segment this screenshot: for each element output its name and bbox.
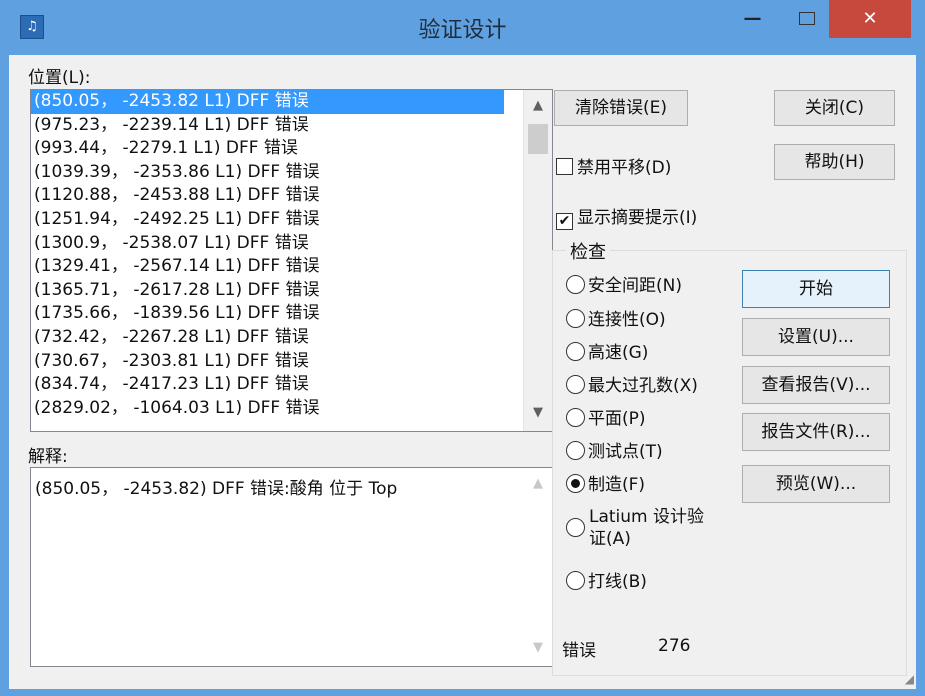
list-item[interactable]: (732.42， -2267.28 L1) DFF 错误 (31, 326, 552, 350)
clear-errors-button[interactable]: 清除错误(E) (554, 90, 688, 126)
disable-pan-checkbox[interactable]: 禁用平移(D) (556, 153, 671, 178)
errors-label: 错误 (562, 641, 596, 661)
disable-pan-label: 禁用平移(D) (577, 158, 672, 178)
list-item[interactable]: (975.23， -2239.14 L1) DFF 错误 (31, 114, 552, 138)
dialog-client-area: 位置(L): (850.05， -2453.82 L1) DFF 错误 (975… (9, 55, 916, 689)
show-summary-checkbox[interactable]: ✔ 显示摘要提示(I) (556, 203, 697, 230)
radio-label: 平面(P) (588, 409, 646, 429)
resize-grip-icon[interactable]: ◢ (898, 671, 914, 687)
radio-label: 连接性(O) (588, 310, 666, 330)
start-button[interactable]: 开始 (742, 270, 890, 308)
preview-button[interactable]: 预览(W)... (742, 465, 890, 503)
radio-icon[interactable] (566, 441, 585, 460)
radio-label: 打线(B) (588, 572, 647, 592)
radio-icon[interactable] (566, 342, 585, 361)
close-button[interactable]: 关闭(C) (774, 90, 895, 126)
list-item[interactable]: (993.44， -2279.1 L1) DFF 错误 (31, 137, 552, 161)
maximize-button[interactable] (784, 0, 829, 38)
list-item[interactable]: (1120.88， -2453.88 L1) DFF 错误 (31, 184, 552, 208)
radio-fabrication[interactable]: 制造(F) (566, 470, 645, 495)
check-group-title: 检查 (566, 238, 610, 264)
list-item[interactable]: (1365.71， -2617.28 L1) DFF 错误 (31, 279, 552, 303)
list-item[interactable]: (850.05， -2453.82 L1) DFF 错误 (31, 90, 504, 114)
close-window-button[interactable]: ✕ (829, 0, 911, 38)
explain-scrollbar[interactable]: ▲ ▼ (524, 468, 552, 666)
radio-test-point[interactable]: 测试点(T) (566, 437, 663, 462)
minimize-button[interactable]: — (730, 0, 775, 38)
list-scrollbar[interactable]: ▲ ▼ (523, 90, 552, 431)
settings-button[interactable]: 设置(U)... (742, 318, 890, 356)
errors-count: 276 (658, 636, 691, 656)
show-summary-label: 显示摘要提示(I) (577, 208, 698, 228)
radio-connectivity[interactable]: 连接性(O) (566, 305, 666, 330)
radio-max-vias[interactable]: 最大过孔数(X) (566, 371, 698, 396)
radio-wire-bond[interactable]: 打线(B) (566, 567, 647, 592)
radio-icon[interactable] (566, 375, 585, 394)
scroll-down-icon[interactable]: ▼ (524, 401, 552, 425)
list-item[interactable]: (1329.41， -2567.14 L1) DFF 错误 (31, 255, 552, 279)
radio-icon[interactable] (566, 571, 585, 590)
scroll-up-icon[interactable]: ▲ (524, 94, 552, 118)
radio-clearance[interactable]: 安全间距(N) (566, 271, 682, 296)
radio-label: Latium 设计验 (589, 507, 705, 527)
explain-textbox[interactable]: (850.05， -2453.82) DFF 错误:酸角 位于 Top ▲ ▼ (30, 467, 553, 667)
radio-latium[interactable]: Latium 设计验 证(A) (566, 506, 704, 550)
radio-icon[interactable] (566, 408, 585, 427)
maximize-icon (798, 12, 815, 25)
list-item[interactable]: (2829.02， -1064.03 L1) DFF 错误 (31, 397, 552, 421)
list-item[interactable]: (1300.9， -2538.07 L1) DFF 错误 (31, 232, 552, 256)
explain-text: (850.05， -2453.82) DFF 错误:酸角 位于 Top (35, 479, 398, 499)
radio-label: 制造(F) (588, 475, 646, 495)
view-report-button[interactable]: 查看报告(V)... (742, 366, 890, 404)
radio-selected-icon[interactable] (566, 474, 585, 493)
location-listbox[interactable]: (850.05， -2453.82 L1) DFF 错误 (975.23， -2… (30, 89, 553, 432)
scroll-down-icon[interactable]: ▼ (524, 636, 552, 660)
explain-label: 解释: (28, 447, 68, 467)
scroll-up-icon[interactable]: ▲ (524, 472, 552, 496)
location-label: 位置(L): (28, 68, 91, 88)
help-button[interactable]: 帮助(H) (774, 144, 895, 180)
radio-plane[interactable]: 平面(P) (566, 404, 646, 429)
list-item[interactable]: (730.67， -2303.81 L1) DFF 错误 (31, 350, 552, 374)
checkmark-icon[interactable]: ✔ (556, 213, 573, 230)
list-item[interactable]: (1251.94， -2492.25 L1) DFF 错误 (31, 208, 552, 232)
radio-label: 高速(G) (588, 343, 649, 363)
report-file-button[interactable]: 报告文件(R)... (742, 413, 890, 451)
scroll-thumb[interactable] (528, 124, 548, 154)
radio-high-speed[interactable]: 高速(G) (566, 338, 648, 363)
radio-label: 最大过孔数(X) (588, 376, 698, 396)
radio-icon[interactable] (566, 309, 585, 328)
verify-design-window: ♫ 验证设计 — ✕ 位置(L): (850.05， -2453.82 L1) … (0, 0, 925, 696)
list-item[interactable]: (1735.66， -1839.56 L1) DFF 错误 (31, 302, 552, 326)
radio-icon[interactable] (566, 518, 585, 537)
checkbox-icon[interactable] (556, 158, 573, 175)
radio-icon[interactable] (566, 275, 585, 294)
list-item[interactable]: (1039.39， -2353.86 L1) DFF 错误 (31, 161, 552, 185)
title-bar[interactable]: ♫ 验证设计 — ✕ (0, 0, 925, 52)
radio-label: 安全间距(N) (588, 276, 682, 296)
list-item[interactable]: (834.74， -2417.23 L1) DFF 错误 (31, 373, 552, 397)
radio-label: 测试点(T) (588, 442, 663, 462)
radio-label-line2: 证(A) (589, 529, 631, 549)
